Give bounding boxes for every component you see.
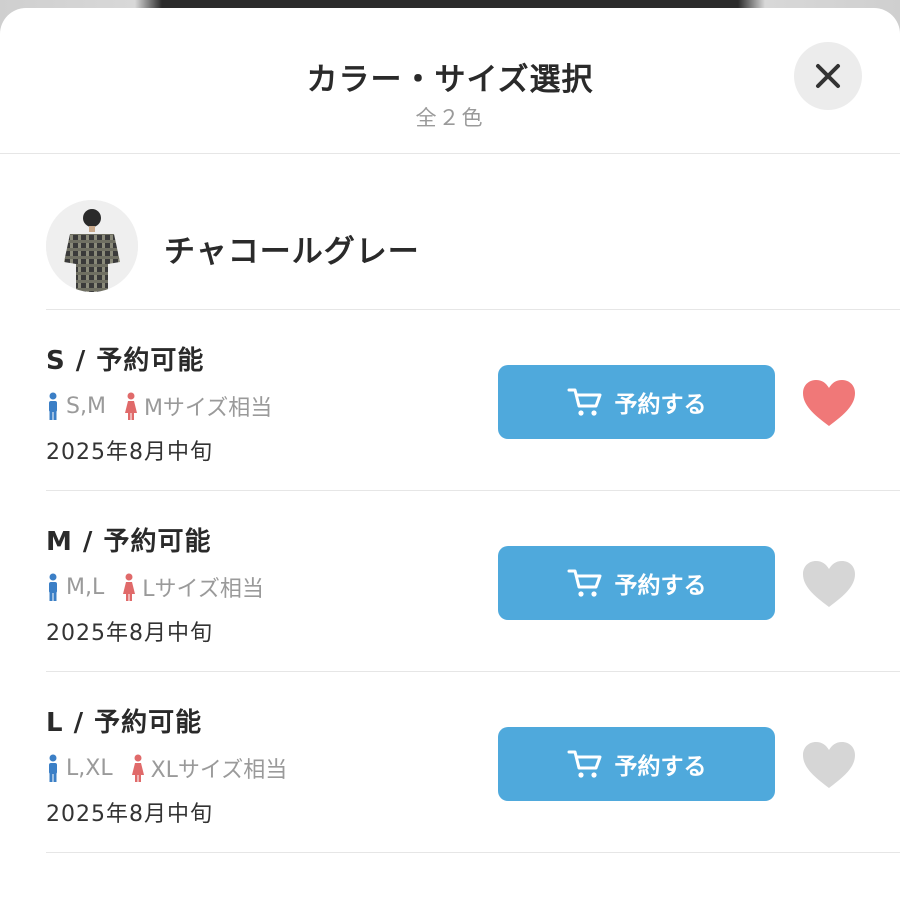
- color-option[interactable]: チャコールグレー: [46, 154, 900, 310]
- color-count: 全２色: [415, 106, 485, 130]
- reserve-button-label: 予約する: [614, 392, 707, 418]
- cart-icon: [567, 388, 601, 416]
- womens-size: Lサイズ相当: [142, 577, 264, 602]
- color-size-sheet: カラー・サイズ選択 全２色 チャコールグレー S / 予約可能 S,M Mサイズ…: [0, 8, 900, 900]
- female-person-icon: [124, 392, 137, 420]
- heart-icon[interactable]: [801, 378, 857, 428]
- size-equivalence: S,M Mサイズ相当: [46, 390, 272, 422]
- reserve-button[interactable]: 予約する: [498, 365, 775, 439]
- heart-icon[interactable]: [801, 559, 857, 609]
- female-person-icon: [123, 573, 136, 601]
- size-heading: S / 予約可能: [46, 346, 205, 376]
- delivery-date: 2025年8月中旬: [46, 802, 213, 827]
- sheet-title: カラー・サイズ選択: [306, 62, 594, 98]
- size-heading: M / 予約可能: [46, 527, 212, 557]
- reserve-button[interactable]: 予約する: [498, 727, 775, 801]
- mens-size: S,M: [66, 393, 106, 419]
- male-person-icon: [49, 754, 57, 782]
- male-person-icon: [49, 573, 57, 601]
- mens-size: M,L: [66, 574, 105, 600]
- delivery-date: 2025年8月中旬: [46, 621, 213, 646]
- female-person-icon: [131, 754, 144, 782]
- size-row: S / 予約可能 S,M Mサイズ相当 2025年8月中旬 予約する: [46, 310, 900, 491]
- cart-icon: [567, 569, 601, 597]
- size-equivalence: L,XL XLサイズ相当: [46, 752, 287, 784]
- male-person-icon: [49, 392, 57, 420]
- size-equivalence: M,L Lサイズ相当: [46, 571, 264, 603]
- reserve-button-label: 予約する: [614, 573, 707, 599]
- mens-size: L,XL: [66, 755, 113, 781]
- size-row: L / 予約可能 L,XL XLサイズ相当 2025年8月中旬 予約する: [46, 672, 900, 853]
- size-heading: L / 予約可能: [46, 708, 203, 738]
- size-row: M / 予約可能 M,L Lサイズ相当 2025年8月中旬 予約する: [46, 491, 900, 672]
- color-name: チャコールグレー: [164, 234, 420, 270]
- womens-size: Mサイズ相当: [143, 396, 273, 421]
- reserve-button[interactable]: 予約する: [498, 546, 775, 620]
- sheet-header: カラー・サイズ選択 全２色: [0, 8, 900, 154]
- reserve-button-label: 予約する: [614, 754, 707, 780]
- close-icon: [816, 64, 840, 88]
- heart-icon[interactable]: [801, 740, 857, 790]
- delivery-date: 2025年8月中旬: [46, 440, 213, 465]
- cart-icon: [567, 750, 601, 778]
- close-button[interactable]: [794, 42, 862, 110]
- womens-size: XLサイズ相当: [150, 758, 288, 783]
- product-thumbnail: [46, 200, 138, 292]
